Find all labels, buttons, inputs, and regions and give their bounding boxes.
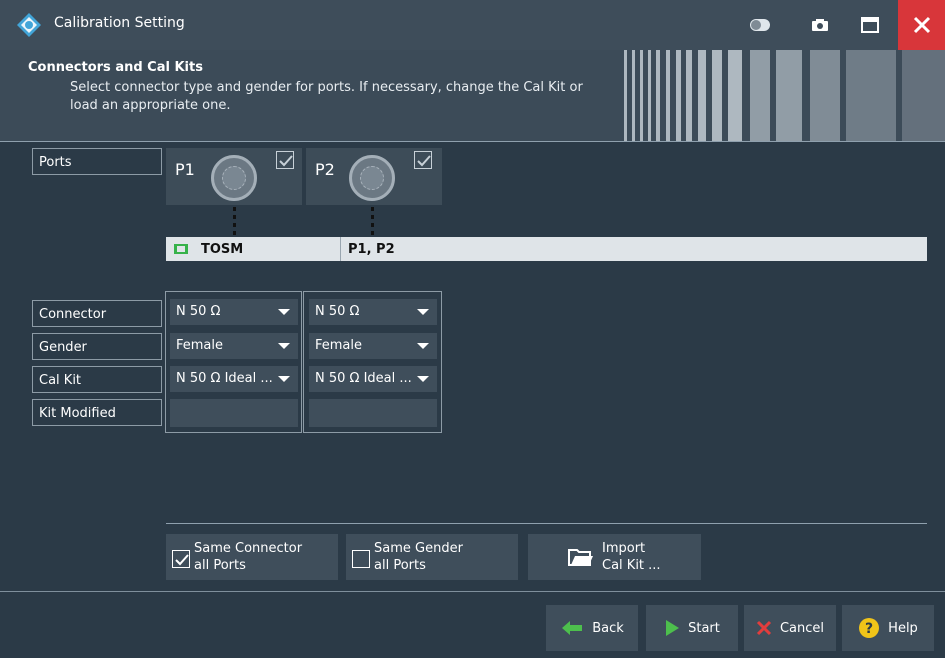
same-connector-label-line2: all Ports <box>194 558 246 573</box>
back-button[interactable]: Back <box>546 605 638 651</box>
port-link-line-p1 <box>233 207 236 237</box>
gender-label: Gender <box>32 333 162 360</box>
calibration-type: TOSM <box>201 242 244 257</box>
options-divider <box>166 523 927 524</box>
gender-select-p1[interactable]: Female <box>170 333 298 359</box>
header-description: Select connector type and gender for por… <box>70 80 583 95</box>
cal-kit-label: Cal Kit <box>32 366 162 393</box>
header-divider <box>0 141 945 142</box>
port-p1-checkbox[interactable] <box>276 151 294 169</box>
calibration-ports: P1, P2 <box>348 242 395 257</box>
same-connector-checkbox[interactable] <box>172 550 190 568</box>
header-description-line2: load an appropriate one. <box>70 98 231 113</box>
kit-modified-p1 <box>170 399 298 427</box>
calibration-separator <box>340 237 341 261</box>
same-gender-label-line2: all Ports <box>374 558 426 573</box>
chevron-down-icon <box>278 309 290 315</box>
calibration-bar[interactable] <box>166 237 927 261</box>
cancel-icon <box>756 620 772 636</box>
same-gender-checkbox[interactable] <box>352 550 370 568</box>
help-button[interactable]: ? Help <box>842 605 934 651</box>
kit-modified-p2 <box>309 399 437 427</box>
cal-kit-select-p1[interactable]: N 50 Ω Ideal ... <box>170 366 298 392</box>
checkmark-icon <box>417 155 431 167</box>
connector-label: Connector <box>32 300 162 327</box>
screenshot-button[interactable] <box>800 0 840 50</box>
svg-text:?: ? <box>865 621 873 637</box>
kit-modified-label: Kit Modified <box>32 399 162 426</box>
same-connector-toggle[interactable]: Same Connector all Ports <box>166 534 338 580</box>
connector-select-p2[interactable]: N 50 Ω <box>309 299 437 325</box>
cal-kit-select-p2[interactable]: N 50 Ω Ideal ... <box>309 366 437 392</box>
port-connector-icon <box>349 155 395 201</box>
chevron-down-icon <box>417 309 429 315</box>
chevron-down-icon <box>278 376 290 382</box>
maximize-icon <box>861 17 879 33</box>
header-title: Connectors and Cal Kits <box>28 60 203 75</box>
help-icon: ? <box>859 618 880 638</box>
connector-select-p1[interactable]: N 50 Ω <box>170 299 298 325</box>
port-name-p2: P2 <box>315 160 335 179</box>
same-connector-label: Same Connector <box>194 541 303 556</box>
close-button[interactable] <box>898 0 945 50</box>
port-connector-icon <box>211 155 257 201</box>
maximize-button[interactable] <box>850 0 890 50</box>
same-gender-toggle[interactable]: Same Gender all Ports <box>346 534 518 580</box>
camera-icon <box>812 19 828 31</box>
cancel-button[interactable]: Cancel <box>744 605 836 651</box>
header-decoration <box>624 50 945 141</box>
port-name-p1: P1 <box>175 160 195 179</box>
import-cal-kit-button[interactable]: Import Cal Kit ... <box>528 534 701 580</box>
toggle-icon <box>750 19 770 31</box>
ports-label: Ports <box>32 148 162 175</box>
window-title: Calibration Setting <box>54 15 185 31</box>
port-p2-checkbox[interactable] <box>414 151 432 169</box>
arrow-left-icon <box>562 621 583 635</box>
app-logo-icon <box>16 12 42 38</box>
checkmark-icon <box>175 554 189 566</box>
chevron-down-icon <box>417 343 429 349</box>
chevron-down-icon <box>278 343 290 349</box>
folder-open-icon <box>568 549 593 566</box>
same-gender-label: Same Gender <box>374 541 463 556</box>
close-icon <box>913 16 930 34</box>
play-icon <box>666 620 680 636</box>
toggle-view-button[interactable] <box>740 0 780 50</box>
port-link-line-p2 <box>371 207 374 237</box>
calibration-type-icon <box>174 244 188 254</box>
footer-divider <box>0 591 945 592</box>
import-label: Import <box>602 541 646 556</box>
checkmark-icon <box>279 155 293 167</box>
chevron-down-icon <box>417 376 429 382</box>
gender-select-p2[interactable]: Female <box>309 333 437 359</box>
start-button[interactable]: Start <box>646 605 738 651</box>
import-label-line2: Cal Kit ... <box>602 558 661 573</box>
